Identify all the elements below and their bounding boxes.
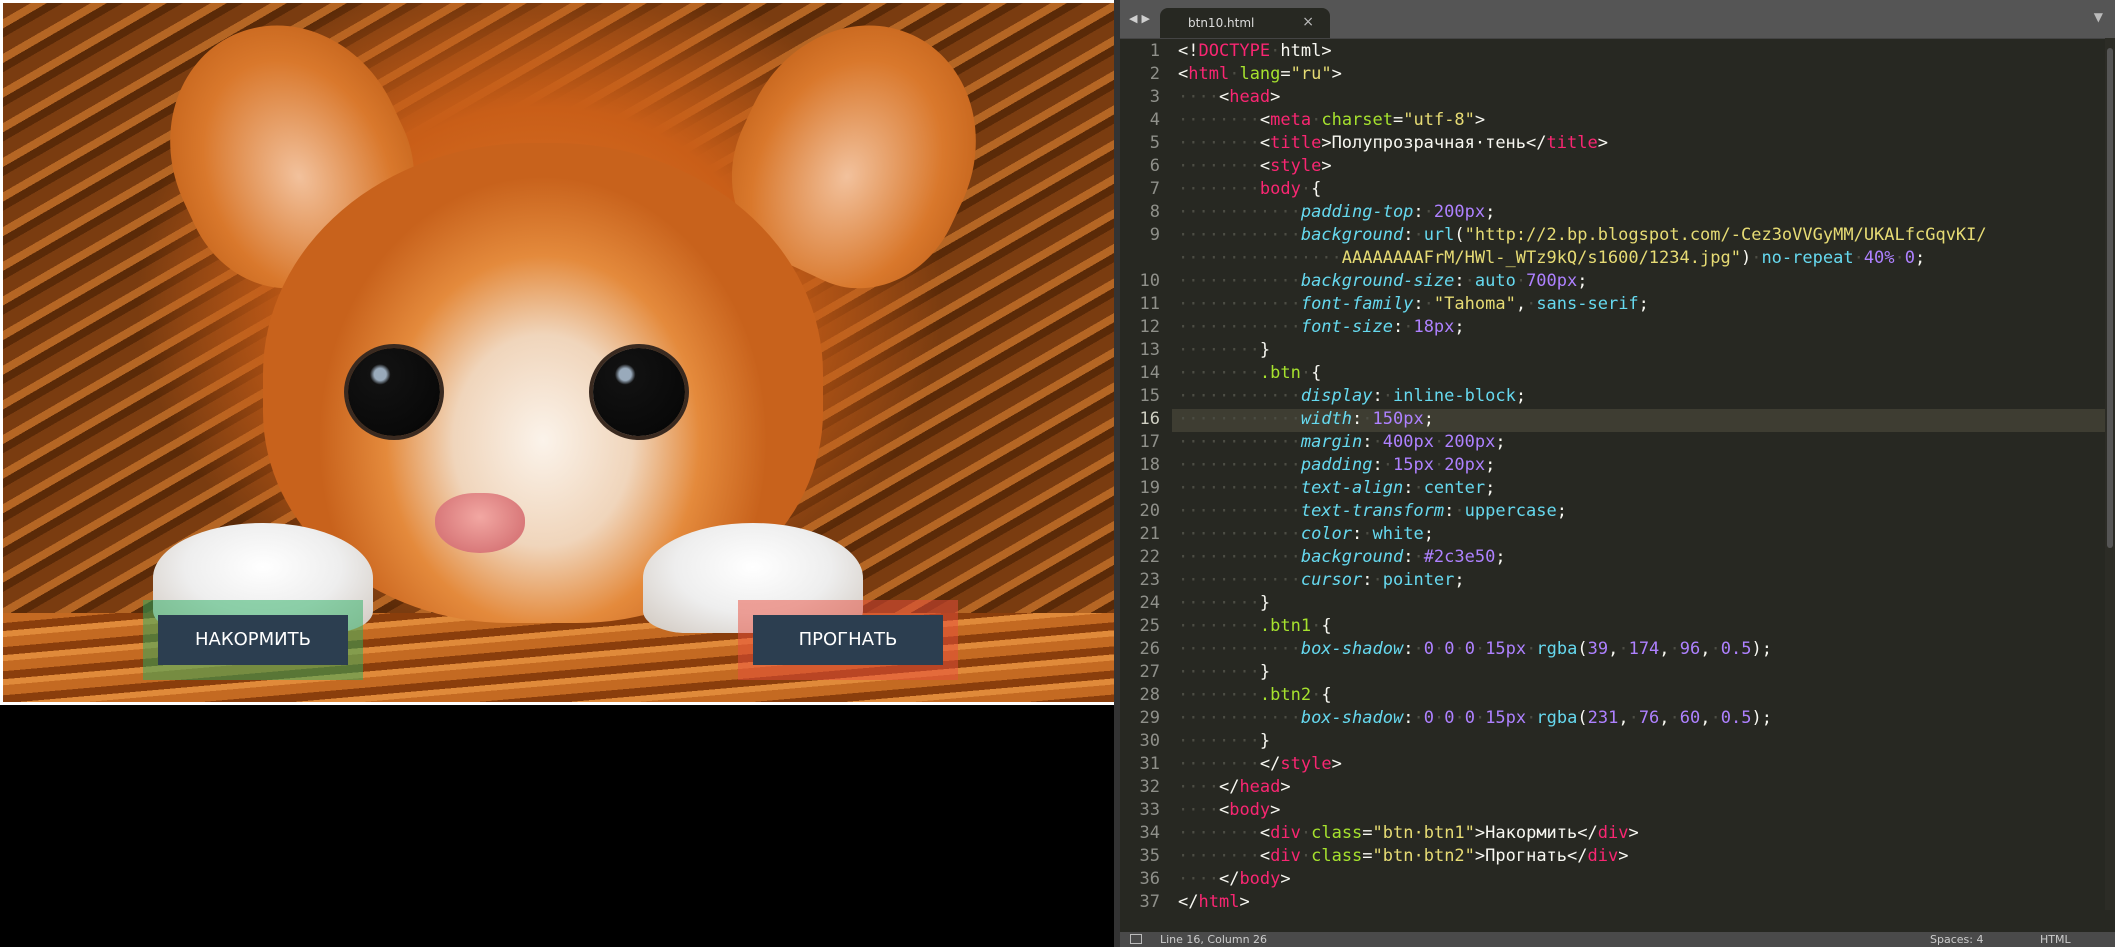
line-number: 29 bbox=[1139, 708, 1160, 728]
line-number: 15 bbox=[1139, 386, 1160, 406]
line-number: 10 bbox=[1139, 271, 1160, 291]
line-number: 25 bbox=[1139, 616, 1160, 636]
line-number: 31 bbox=[1139, 754, 1160, 774]
code-line[interactable]: ········} bbox=[1178, 593, 1270, 613]
line-number: 24 bbox=[1139, 593, 1160, 613]
line-number: 28 bbox=[1139, 685, 1160, 705]
code-line[interactable]: ····<head> bbox=[1178, 87, 1280, 107]
tab-filename: btn10.html bbox=[1188, 16, 1255, 30]
code-line[interactable]: ················AAAAAAAAFrM/HWl-_WTz9kQ/… bbox=[1178, 248, 1925, 268]
code-line[interactable]: ········<title>Полупрозрачная·тень</titl… bbox=[1178, 133, 1608, 153]
line-number: 8 bbox=[1149, 202, 1160, 222]
code-line[interactable]: ········<div·class="btn·btn2">Прогнать</… bbox=[1178, 846, 1628, 866]
tab-nav-arrows-icon[interactable]: ◀▶ bbox=[1129, 12, 1154, 25]
code-line[interactable]: ············font-size:·18px; bbox=[1178, 317, 1465, 337]
scrollbar-thumb[interactable] bbox=[2107, 48, 2113, 548]
line-number: 4 bbox=[1149, 110, 1160, 130]
indentation-setting[interactable]: Spaces: 4 bbox=[1930, 933, 1983, 946]
code-line[interactable]: ············text-transform:·uppercase; bbox=[1178, 501, 1567, 521]
code-line[interactable]: ········body·{ bbox=[1178, 179, 1321, 199]
feed-button[interactable]: Накормить bbox=[158, 615, 348, 665]
line-number: 9 bbox=[1149, 225, 1160, 245]
line-number: 12 bbox=[1139, 317, 1160, 337]
code-line[interactable]: ············padding-top:·200px; bbox=[1178, 202, 1495, 222]
code-line[interactable]: ············display:·inline-block; bbox=[1178, 386, 1526, 406]
kitten-left-eye bbox=[348, 348, 440, 436]
line-number: 13 bbox=[1139, 340, 1160, 360]
line-number: 2 bbox=[1149, 64, 1160, 84]
tab-btn10[interactable]: btn10.html × bbox=[1160, 8, 1330, 38]
code-line[interactable]: ············background-size:·auto·700px; bbox=[1178, 271, 1588, 291]
syntax-mode[interactable]: HTML bbox=[2040, 933, 2071, 946]
code-line[interactable]: ············background:·#2c3e50; bbox=[1178, 547, 1506, 567]
code-line[interactable]: ········} bbox=[1178, 340, 1270, 360]
code-line[interactable]: ····</body> bbox=[1178, 869, 1291, 889]
code-line[interactable]: ········.btn2·{ bbox=[1178, 685, 1332, 705]
line-number: 17 bbox=[1139, 432, 1160, 452]
code-line[interactable]: ········<div·class="btn·btn1">Накормить<… bbox=[1178, 823, 1639, 843]
code-line[interactable]: ············cursor:·pointer; bbox=[1178, 570, 1465, 590]
code-line[interactable]: ····<body> bbox=[1178, 800, 1280, 820]
line-number: 1 bbox=[1149, 41, 1160, 61]
code-line[interactable]: ········</style> bbox=[1178, 754, 1342, 774]
code-line[interactable]: ············margin:·400px·200px; bbox=[1178, 432, 1506, 452]
line-number: 3 bbox=[1149, 87, 1160, 107]
kitten-right-eye bbox=[593, 348, 685, 436]
kitten-nose bbox=[435, 493, 525, 553]
code-area[interactable]: 1 <!DOCTYPE·html> 2 <html·lang="ru"> 3 ····<h… bbox=[1120, 38, 2115, 912]
line-number: 20 bbox=[1139, 501, 1160, 521]
line-number: 5 bbox=[1149, 133, 1160, 153]
cursor-position: Line 16, Column 26 bbox=[1160, 933, 1268, 946]
code-line[interactable]: ············font-family:·"Tahoma",·sans-… bbox=[1178, 294, 1649, 314]
code-line[interactable]: ············box-shadow:·0·0·0·15px·rgba(… bbox=[1178, 639, 1772, 659]
line-number: 26 bbox=[1139, 639, 1160, 659]
browser-preview: Накормить Прогнать bbox=[0, 0, 1125, 705]
line-number: 32 bbox=[1139, 777, 1160, 797]
line-number: 35 bbox=[1139, 846, 1160, 866]
code-line[interactable]: </html> bbox=[1178, 892, 1250, 912]
line-number: 16 bbox=[1139, 409, 1160, 429]
code-line[interactable]: <!DOCTYPE·html> bbox=[1178, 41, 1332, 61]
line-number: 36 bbox=[1139, 869, 1160, 889]
line-number: 19 bbox=[1139, 478, 1160, 498]
line-number: 14 bbox=[1139, 363, 1160, 383]
line-number: 34 bbox=[1139, 823, 1160, 843]
line-number: 33 bbox=[1139, 800, 1160, 820]
code-line[interactable]: ········} bbox=[1178, 662, 1270, 682]
line-number: 21 bbox=[1139, 524, 1160, 544]
line-number: 6 bbox=[1149, 156, 1160, 176]
code-editor[interactable]: ◀▶ btn10.html × ▼ 1 <!DOCTYPE·html> 2 <html… bbox=[1120, 0, 2115, 947]
line-number: 37 bbox=[1139, 892, 1160, 912]
code-line[interactable]: ············box-shadow:·0·0·0·15px·rgba(… bbox=[1178, 708, 1772, 728]
line-number: 27 bbox=[1139, 662, 1160, 682]
editor-scrollbar[interactable] bbox=[2105, 38, 2115, 910]
code-line[interactable]: ············padding:·15px·20px; bbox=[1178, 455, 1495, 475]
status-bar: Line 16, Column 26 Spaces: 4 HTML bbox=[1120, 932, 2115, 947]
panel-toggle-icon[interactable] bbox=[1130, 934, 1142, 944]
chase-button[interactable]: Прогнать bbox=[753, 615, 943, 665]
code-line[interactable]: ········<meta·charset="utf-8"> bbox=[1178, 110, 1485, 130]
line-number: 22 bbox=[1139, 547, 1160, 567]
code-line[interactable]: ············text-align:·center; bbox=[1178, 478, 1495, 498]
chevron-down-icon[interactable]: ▼ bbox=[2094, 10, 2103, 24]
code-line[interactable]: ········.btn1·{ bbox=[1178, 616, 1332, 636]
line-number: 18 bbox=[1139, 455, 1160, 475]
code-line[interactable]: ············width:·150px; bbox=[1178, 409, 1434, 429]
line-number: 23 bbox=[1139, 570, 1160, 590]
close-icon[interactable]: × bbox=[1302, 14, 1314, 30]
line-number: 30 bbox=[1139, 731, 1160, 751]
code-line[interactable]: ········.btn·{ bbox=[1178, 363, 1321, 383]
line-number: 11 bbox=[1139, 294, 1160, 314]
code-line[interactable]: ········<style> bbox=[1178, 156, 1332, 176]
line-number: 7 bbox=[1149, 179, 1160, 199]
code-line[interactable]: <html·lang="ru"> bbox=[1178, 64, 1342, 84]
code-line[interactable]: ········} bbox=[1178, 731, 1270, 751]
code-line[interactable]: ············color:·white; bbox=[1178, 524, 1434, 544]
tab-bar: ◀▶ btn10.html × ▼ bbox=[1120, 0, 2115, 39]
code-line[interactable]: ····</head> bbox=[1178, 777, 1291, 797]
code-line[interactable]: ············background:·url("http://2.bp… bbox=[1178, 225, 1987, 245]
